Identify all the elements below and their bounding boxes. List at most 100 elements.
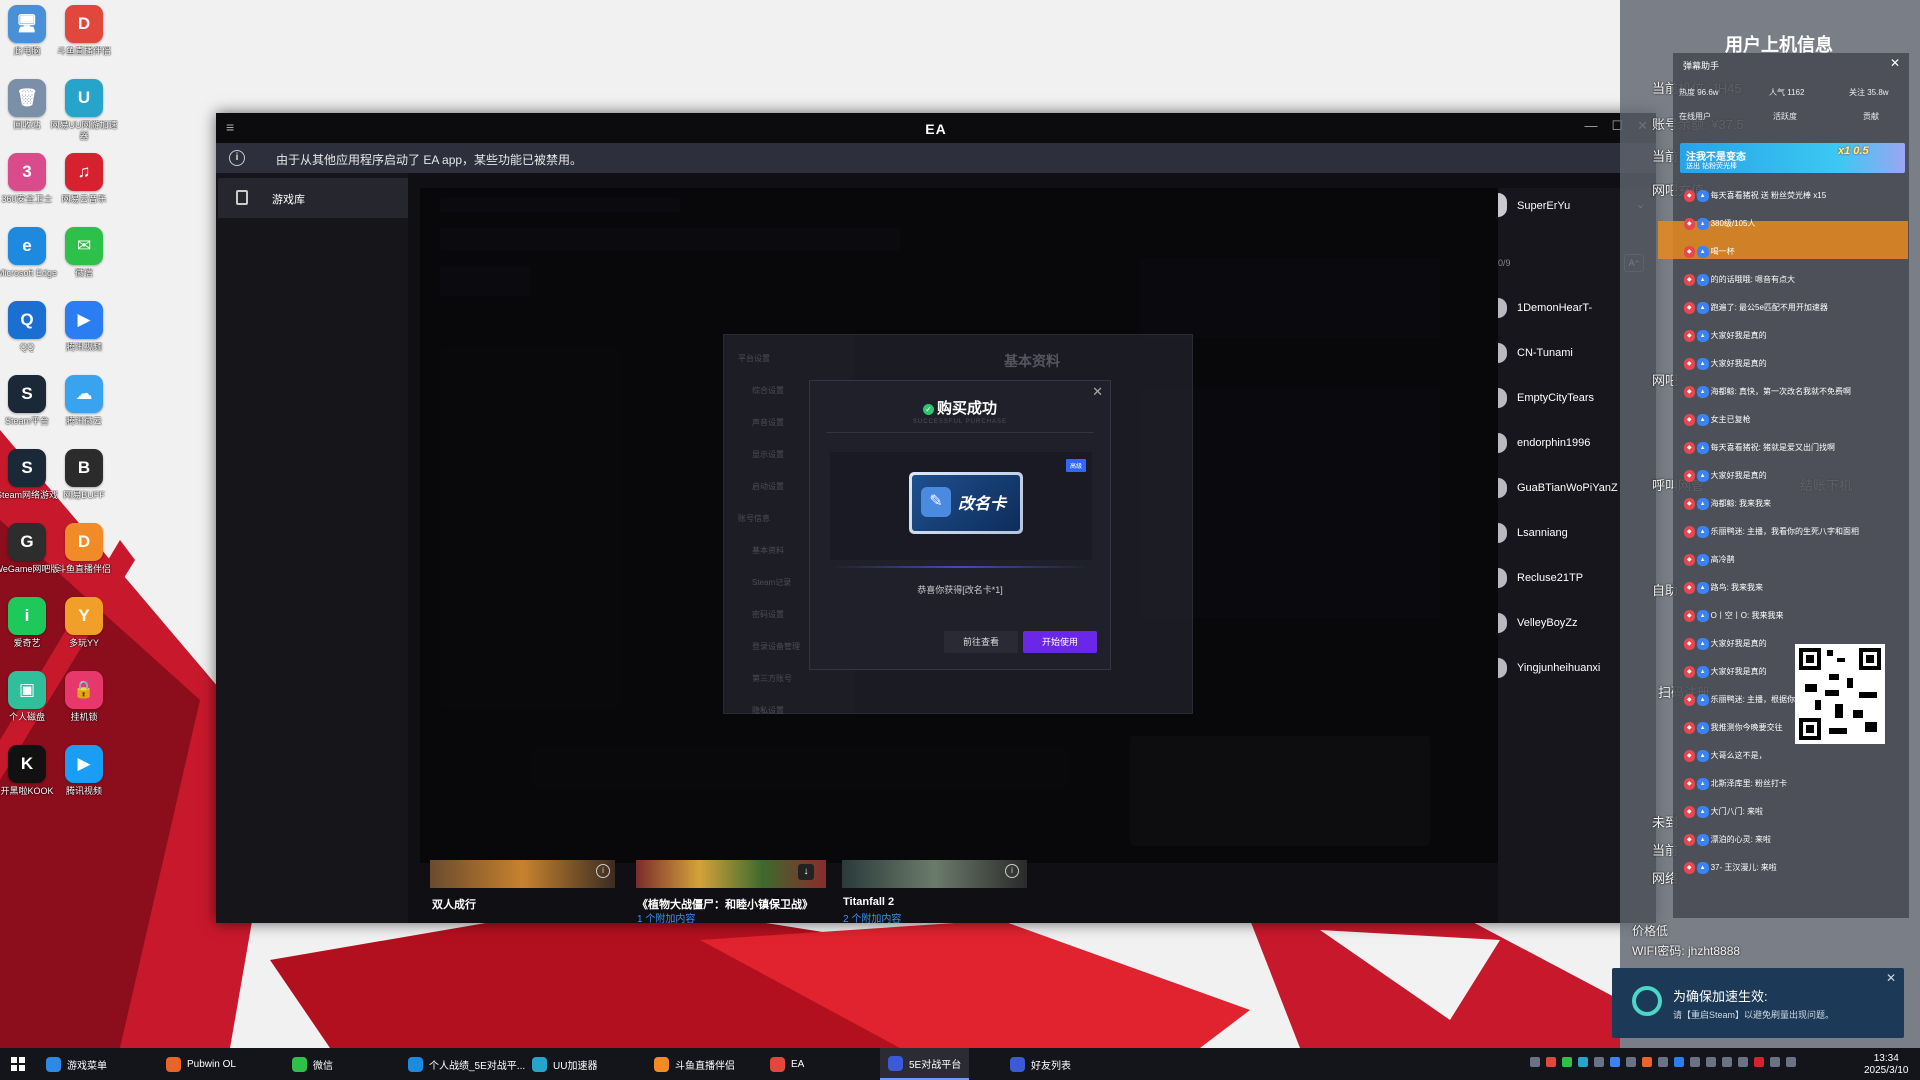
game-tile-image[interactable] [842,860,1027,888]
danmu-message: ◆ ▲ 大家好我是真的 [1684,330,1899,342]
level-badge-icon: ▲ [1696,358,1709,370]
minimize-icon[interactable]: — [1584,118,1597,134]
game-title[interactable]: Titanfall 2 [843,896,894,908]
settings-menu-item[interactable]: 密码设置 [752,609,784,620]
desktop-icon[interactable]: D 斗鱼直播伴侣 [49,5,119,57]
taskbar-item[interactable]: 斗鱼直播伴侣 [646,1048,743,1080]
tray-icon[interactable] [1754,1057,1764,1067]
tray-icon[interactable] [1658,1057,1668,1067]
settings-menu-item[interactable]: 启动设置 [752,481,784,492]
tray-icon[interactable] [1770,1057,1780,1067]
notice-text: 由于从其他应用程序启动了 EA app，某些功能已被禁用。 [276,153,583,167]
tray-icon[interactable] [1530,1057,1540,1067]
settings-menu-item[interactable]: 登录设备管理 [752,641,800,652]
view-button[interactable]: 前往查看 [944,631,1018,653]
taskbar-item-label: 个人战绩_5E对战平... [429,1060,526,1072]
tab-contribution[interactable]: 贡献 [1863,111,1879,122]
taskbar-item[interactable]: 个人战绩_5E对战平... [400,1048,533,1080]
desktop-icon[interactable]: ▶ 腾讯视频 [49,745,119,797]
use-button[interactable]: 开始使用 [1023,631,1097,653]
settings-menu-item[interactable]: 显示设置 [752,449,784,460]
volume-icon[interactable] [1722,1057,1732,1067]
info-icon[interactable]: i [596,864,610,878]
danmu-message-text: 高冷鹊 [1710,555,1735,564]
taskbar-app-icon [292,1056,307,1072]
tray-icon[interactable] [1578,1057,1588,1067]
settings-menu-item[interactable]: 第三方账号 [752,673,792,684]
windows-start-icon[interactable] [11,1057,25,1071]
ime-icon[interactable] [1738,1057,1748,1067]
settings-menu-item[interactable]: 账号信息 [738,513,770,524]
fan-badge-icon: ◆ [1684,694,1695,706]
sidebar-item-library[interactable]: 游戏库 [218,178,408,218]
info-icon[interactable]: i [1005,864,1019,878]
desktop-icon-label: 斗鱼直播伴侣 [56,564,111,574]
tray-icon[interactable] [1594,1057,1604,1067]
taskbar-item[interactable]: UU加速器 [524,1048,605,1080]
rarity-badge: 高级 [1065,459,1086,472]
tray-icon[interactable] [1690,1057,1700,1067]
taskbar-item[interactable]: 微信 [284,1048,341,1080]
level-badge-icon: ▲ [1696,526,1709,538]
check-icon: ✓ [922,404,934,415]
close-icon[interactable]: ✕ [1886,971,1896,985]
settings-menu-item[interactable]: Steam记录 [752,577,791,588]
toast-title: 为确保加速生效: [1673,989,1768,1004]
level-badge-icon: ▲ [1696,862,1709,874]
taskbar-item-label: Pubwin OL [187,1058,236,1070]
app-icon: ✉ [65,227,103,265]
taskbar-item[interactable]: 游戏菜单 [38,1048,115,1080]
taskbar-item[interactable]: Pubwin OL [158,1048,244,1080]
taskbar-item[interactable]: 好友列表 [1002,1048,1079,1080]
download-icon[interactable]: ↓ [798,864,814,880]
taskbar-item[interactable]: EA [762,1048,812,1080]
game-addon-count[interactable]: 1 个附加内容 [637,910,695,925]
settings-menu-item[interactable]: 综合设置 [752,385,784,396]
game-addon-count[interactable]: 2 个附加内容 [843,910,901,925]
tab-online-users[interactable]: 在线用户 [1679,111,1711,122]
settings-menu-item[interactable]: 隐私设置 [752,705,784,716]
taskbar: 游戏菜单 Pubwin OL 微信 个人战绩_5E对战平... UU加速器 斗鱼直播伴侣 E… [0,1048,1920,1080]
tray-icon[interactable] [1562,1057,1572,1067]
danmu-message-text: 大家好我是真的 [1710,639,1767,648]
danmu-stats: 热度 96.6w 人气 1162 关注 35.8w [1673,87,1909,99]
desktop-icon[interactable]: 🔒 挂机锁 [49,671,119,723]
clock[interactable]: 13:34 2025/3/10 [1864,1053,1909,1077]
taskbar-app-icon [654,1056,669,1072]
tray-icon[interactable] [1642,1057,1652,1067]
desktop-icon[interactable]: ♫ 网易云音乐 [49,153,119,205]
tray-icon[interactable] [1786,1057,1796,1067]
ea-titlebar: ≡ EA — ☐ ✕ [216,113,1656,143]
desktop-icon[interactable]: B 网易BUFF [49,449,119,501]
settings-menu-item[interactable]: 基本资料 [752,545,784,556]
desktop-icon-label: 挂机锁 [70,712,98,722]
card-label: 改名卡 [958,496,1007,513]
tab-activity[interactable]: 活跃度 [1773,111,1797,122]
desktop-icon[interactable]: ▶ 腾讯视频 [49,301,119,353]
taskbar-item[interactable]: 5E对战平台 [880,1048,970,1080]
game-tile-image[interactable] [430,860,615,888]
clock-time: 13:34 [1873,1053,1899,1064]
network-icon[interactable] [1706,1057,1716,1067]
fan-badge-icon: ◆ [1684,442,1695,454]
game-title[interactable]: 双人成行 [432,896,476,912]
current-user-name[interactable]: SuperErYu [1517,200,1570,212]
desktop-icon[interactable]: D 斗鱼直播伴侣 [49,523,119,575]
close-icon[interactable]: ✕ [1890,56,1900,70]
desktop-icon[interactable]: ☁ 腾讯微云 [49,375,119,427]
fan-badge-icon: ◆ [1684,554,1695,566]
app-icon: D [65,5,103,43]
danmu-message: ◆ ▲ 北斯泽库里: 粉丝打卡 [1684,778,1899,790]
tray-icon[interactable] [1546,1057,1556,1067]
desktop-icon[interactable]: U 网易UU网游加速器 [49,79,119,142]
danmu-message-text: 380级/105人 [1710,219,1756,228]
desktop-icon[interactable]: ✉ 微信 [49,227,119,279]
reward-message: 恭喜你获得[改名卡*1] [917,585,1003,595]
overlay-info-line: WIFI密码: jhzht8888 [1632,944,1741,958]
settings-menu-item[interactable]: 声音设置 [752,417,784,428]
desktop-icon[interactable]: Y 多玩YY [49,597,119,649]
settings-menu-item[interactable]: 平台设置 [738,353,770,364]
tray-icon[interactable] [1626,1057,1636,1067]
tray-icon[interactable] [1610,1057,1620,1067]
tray-icon[interactable] [1674,1057,1684,1067]
